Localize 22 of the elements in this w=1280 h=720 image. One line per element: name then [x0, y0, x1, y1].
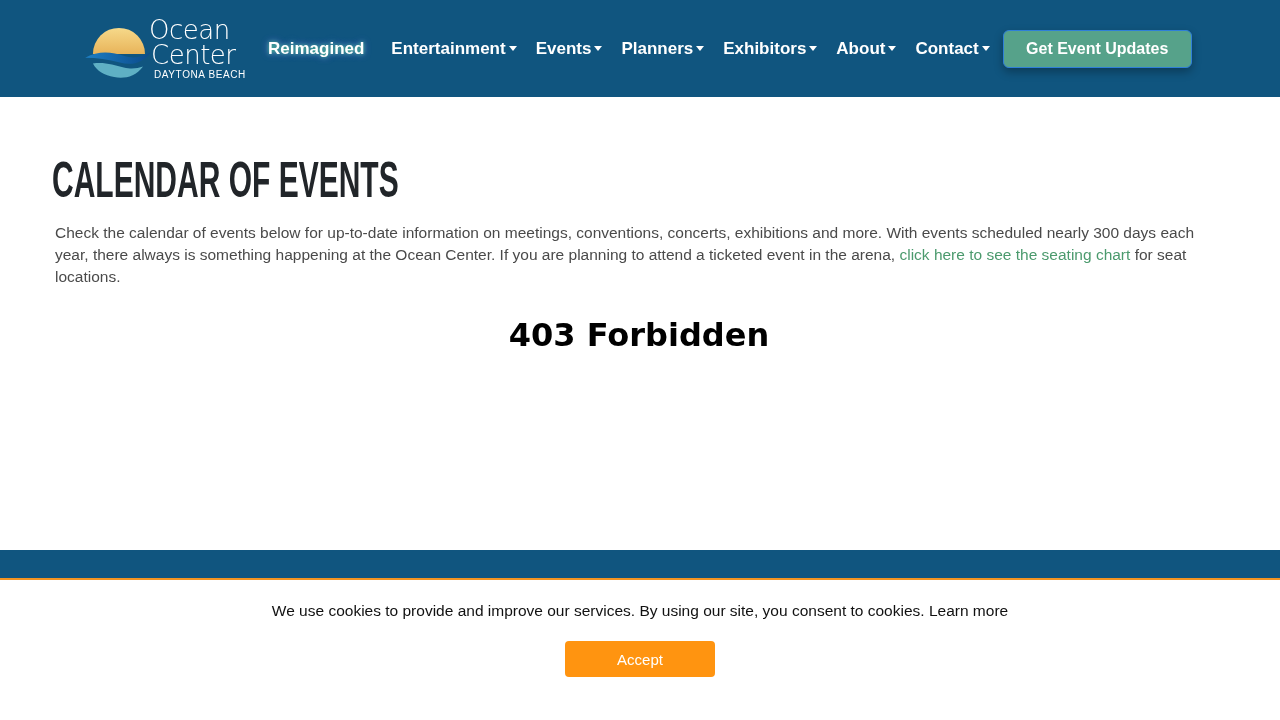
logo-wordmark[interactable]: Ocean	[149, 17, 246, 43]
nav-dropdown[interactable]: Exhibitors	[723, 38, 818, 59]
nav-link[interactable]: Reimagined	[268, 38, 365, 59]
seating-chart-link[interactable]: click here to see the seating chart	[899, 246, 1131, 263]
caret-icon	[508, 46, 517, 51]
nav-dropdown[interactable]: About	[836, 38, 897, 59]
caret-icon	[888, 46, 897, 51]
nav-dropdown[interactable]: Contact	[915, 38, 990, 59]
learn-more-link[interactable]: Learn more	[928, 602, 1009, 619]
page-title: CALENDAR OF EVENTS	[52, 153, 399, 207]
caret-icon	[594, 46, 603, 51]
nav-dropdown[interactable]: Planners	[621, 38, 705, 59]
intro-paragraph: Check the calendar of events below for up-to-date information on meetings, conventions, concerts, exhibitions and more. With events scheduled nearly 300 days each year, there always is something happening at the Ocean Center. If you are planning to attend a ticketed event in the arena, click here to see the seating chart for seat locations.	[55, 223, 1196, 287]
error-message: 403 Forbidden	[508, 316, 770, 354]
logo-tagline: DAYTONA BEACH	[154, 69, 246, 80]
logo-wordmark[interactable]: Center	[151, 42, 246, 68]
caret-icon	[981, 46, 990, 51]
cookie-notice: We use cookies to provide and improve our services. By using our site, you consent to cookies. Learn more	[271, 601, 1009, 621]
caret-icon	[696, 46, 705, 51]
nav-dropdown[interactable]: Events	[535, 38, 603, 59]
nav-dropdown[interactable]: Entertainment	[391, 38, 517, 59]
caret-icon	[809, 46, 818, 51]
